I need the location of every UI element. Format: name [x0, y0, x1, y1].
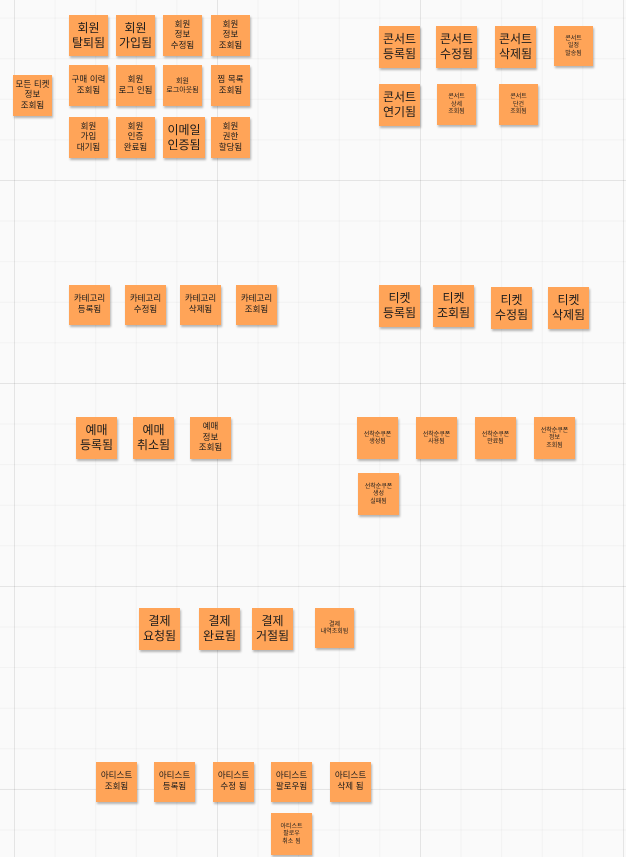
sticky-note-concert-postponed[interactable]: 콘서트 연기됨: [379, 84, 420, 126]
sticky-note-member-info-viewed[interactable]: 회원 정보 조회됨: [211, 15, 250, 56]
sticky-note-my-ticket-info-viewed[interactable]: 모든 티켓 정보 조회됨: [13, 75, 52, 116]
sticky-note-member-logged-out[interactable]: 회원 로그아웃됨: [163, 65, 202, 106]
sticky-note-artist-viewed[interactable]: 아티스트 조회됨: [96, 762, 137, 802]
sticky-note-concert-deleted[interactable]: 콘서트 삭제됨: [495, 26, 536, 68]
sticky-note-member-withdrawn[interactable]: 회원 탈퇴됨: [69, 15, 108, 56]
sticky-note-member-login[interactable]: 회원 로그 인됨: [116, 65, 155, 106]
sticky-note-ticket-modified[interactable]: 티켓 수정됨: [491, 287, 532, 329]
sticky-note-concert-schedule[interactable]: 콘서트 일정 발송됨: [554, 26, 593, 66]
sticky-note-coupon-used[interactable]: 선착순쿠폰 사용됨: [416, 417, 457, 459]
sticky-note-ticket-registered[interactable]: 티켓 등록됨: [379, 285, 420, 327]
sticky-note-payment-requested[interactable]: 결제 요청됨: [139, 608, 180, 650]
sticky-note-ticket-viewed[interactable]: 티켓 조회됨: [433, 285, 474, 327]
sticky-note-payment-completed[interactable]: 결제 완료됨: [199, 608, 240, 650]
sticky-note-artist-registered[interactable]: 아티스트 등록됨: [154, 762, 195, 802]
sticky-note-reservation-registered[interactable]: 예매 등록됨: [76, 417, 117, 459]
sticky-note-coupon-expired[interactable]: 선착순쿠폰 만료됨: [475, 417, 516, 459]
sticky-note-payment-history-viewed[interactable]: 결제 내역조회됨: [315, 608, 354, 648]
sticky-note-artist-deleted[interactable]: 아티스트 삭제 됨: [330, 762, 371, 802]
sticky-note-artist-unfollowed[interactable]: 아티스트 팔로우 취소 됨: [271, 813, 312, 855]
sticky-note-concert-single-viewed[interactable]: 콘서트 단건 조회됨: [499, 84, 538, 125]
sticky-note-artist-modified[interactable]: 아티스트 수정 됨: [213, 762, 254, 802]
sticky-note-concert-detail-viewed[interactable]: 콘서트 상세 조회됨: [437, 84, 476, 125]
sticky-note-category-deleted[interactable]: 카테고리 삭제됨: [180, 285, 221, 325]
sticky-note-coupon-created[interactable]: 선착순쿠폰 생성됨: [357, 417, 398, 459]
sticky-note-concert-modified[interactable]: 콘서트 수정됨: [436, 26, 477, 68]
sticky-note-favorite-list-viewed[interactable]: 찜 목록 조회됨: [211, 65, 250, 106]
sticky-note-member-auth-completed[interactable]: 회원 인증 완료됨: [116, 117, 155, 158]
sticky-note-ticket-deleted[interactable]: 티켓 삭제됨: [548, 287, 589, 329]
event-storming-board: 회원 탈퇴됨 회원 가입됨 회원 정보 수정됨 회원 정보 조회됨 모든 티켓 …: [0, 0, 626, 857]
sticky-note-concert-registered[interactable]: 콘서트 등록됨: [379, 26, 420, 68]
sticky-note-member-signup-pending[interactable]: 회원 가입 대기됨: [69, 117, 108, 158]
sticky-note-member-joined[interactable]: 회원 가입됨: [116, 15, 155, 56]
sticky-note-coupon-info-viewed[interactable]: 선착순쿠폰 정보 조회됨: [534, 417, 575, 459]
sticky-note-email-verified[interactable]: 이메일 인증됨: [163, 117, 205, 158]
sticky-note-member-info-modified[interactable]: 회원 정보 수정됨: [163, 15, 202, 56]
sticky-note-category-registered[interactable]: 카테고리 등록됨: [69, 285, 110, 325]
sticky-note-reservation-info-viewed[interactable]: 예매 정보 조회됨: [190, 417, 231, 459]
sticky-note-reservation-cancelled[interactable]: 예매 취소됨: [133, 417, 174, 459]
sticky-note-member-permission-assigned[interactable]: 회원 권한 할당됨: [211, 117, 250, 158]
sticky-note-purchase-history-viewed[interactable]: 구매 이력 조회됨: [69, 65, 108, 106]
sticky-note-category-modified[interactable]: 카테고리 수정됨: [125, 285, 166, 325]
sticky-note-payment-rejected[interactable]: 결제 거절됨: [252, 608, 293, 650]
sticky-note-category-viewed[interactable]: 카테고리 조회됨: [236, 285, 277, 325]
sticky-note-coupon-create-failed[interactable]: 선착순쿠폰 생성 실패됨: [358, 473, 399, 515]
sticky-note-artist-followed[interactable]: 아티스트 팔로우됨: [271, 762, 312, 802]
